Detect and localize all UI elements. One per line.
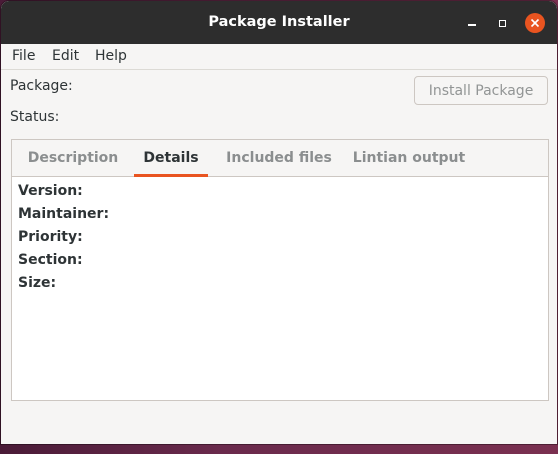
section-label: Section: (18, 252, 83, 268)
details-notebook: Description Details Included files Linti… (11, 139, 549, 401)
menubar: File Edit Help (1, 44, 557, 70)
close-icon (530, 18, 540, 28)
menu-edit[interactable]: Edit (52, 48, 79, 64)
minimize-button[interactable] (462, 13, 482, 33)
tab-bar: Description Details Included files Linti… (12, 140, 548, 177)
minimize-icon (468, 24, 476, 26)
menu-help[interactable]: Help (95, 48, 127, 64)
package-label: Package: (10, 78, 73, 94)
maximize-icon (498, 19, 506, 27)
install-package-button[interactable]: Install Package (414, 76, 548, 105)
size-label: Size: (18, 275, 57, 291)
tab-details[interactable]: Details (134, 140, 208, 177)
tab-description[interactable]: Description (21, 140, 125, 176)
tab-lintian-output[interactable]: Lintian output (348, 140, 470, 176)
menu-file[interactable]: File (12, 48, 35, 64)
maintainer-label: Maintainer: (18, 206, 110, 222)
version-label: Version: (18, 183, 83, 199)
titlebar[interactable]: Package Installer (1, 1, 557, 44)
priority-label: Priority: (18, 229, 83, 245)
package-installer-window: Package Installer File Edit Help Package… (1, 1, 557, 444)
maximize-button[interactable] (492, 13, 512, 33)
tab-included-files[interactable]: Included files (220, 140, 338, 176)
status-label: Status: (10, 109, 60, 125)
close-button[interactable] (525, 13, 545, 33)
